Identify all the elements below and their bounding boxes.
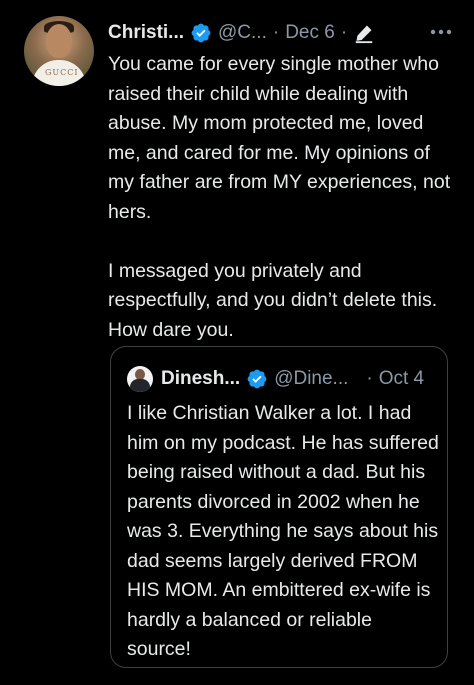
- quoted-tweet-card[interactable]: Dinesh... @Dine... · Oct 4 I like Christ…: [110, 346, 448, 668]
- separator-dot-2: ·: [340, 22, 348, 43]
- verified-badge-icon: [246, 368, 268, 390]
- tweet-paragraph: I messaged you privately and respectfull…: [108, 259, 438, 341]
- quoted-author-avatar: [127, 366, 153, 392]
- more-dots-icon[interactable]: [428, 22, 454, 42]
- author-handle[interactable]: @C...: [218, 22, 267, 44]
- quoted-author-name: Dinesh...: [161, 368, 241, 389]
- tweet-header: Christi... @C... · Dec 6 ·: [108, 18, 375, 48]
- quoted-tweet-text: I like Christian Walker a lot. I had him…: [127, 402, 439, 660]
- tweet-date[interactable]: Dec 6: [285, 22, 335, 44]
- verified-badge-icon[interactable]: [190, 22, 212, 44]
- avatar-shirt-logo: GUCCI: [45, 68, 79, 77]
- author-avatar[interactable]: GUCCI: [24, 16, 94, 86]
- pencil-edit-icon[interactable]: [353, 22, 375, 44]
- author-name[interactable]: Christi...: [108, 22, 184, 44]
- tweet: GUCCI Christi... @C... · Dec 6 · You cam: [0, 0, 474, 685]
- quoted-avatar-suit: [130, 379, 150, 392]
- separator-dot: ·: [272, 22, 280, 43]
- quoted-tweet-header: Dinesh... @Dine... · Oct 4: [127, 364, 424, 394]
- tweet-paragraph: You came for every single mother who rai…: [108, 53, 451, 223]
- quoted-author-handle: @Dine...: [274, 368, 349, 389]
- avatar-face: [46, 24, 72, 58]
- quoted-tweet-date: Oct 4: [378, 368, 425, 389]
- tweet-text: You came for every single mother who rai…: [108, 50, 460, 345]
- quoted-separator-dot: ·: [366, 368, 373, 389]
